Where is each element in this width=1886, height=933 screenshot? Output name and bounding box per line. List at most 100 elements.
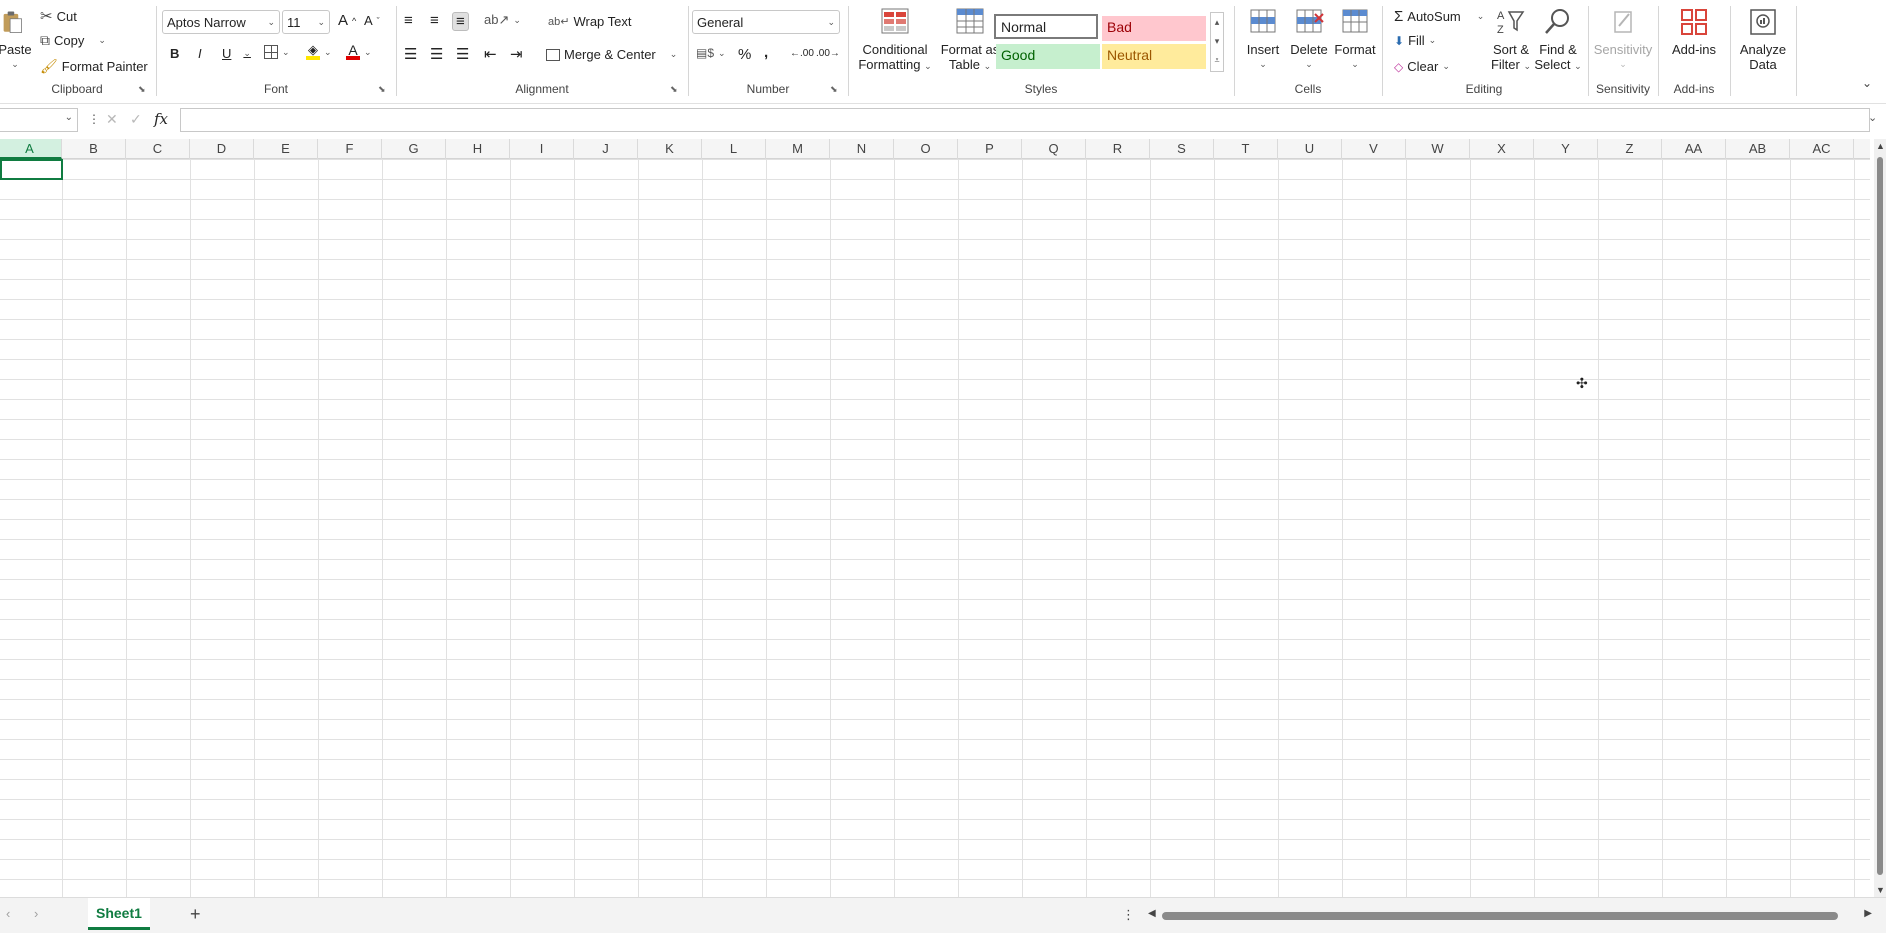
column-header-i[interactable]: I: [510, 139, 574, 159]
column-header-aa[interactable]: AA: [1662, 139, 1726, 159]
column-header-d[interactable]: D: [190, 139, 254, 159]
decrease-indent-button[interactable]: ⇤: [484, 45, 497, 63]
scroll-up-icon[interactable]: ▲: [1876, 141, 1885, 151]
collapse-ribbon-icon[interactable]: ⌄: [1862, 76, 1872, 90]
column-header-n[interactable]: N: [830, 139, 894, 159]
column-header-r[interactable]: R: [1086, 139, 1150, 159]
column-header-q[interactable]: Q: [1022, 139, 1086, 159]
accounting-format-button[interactable]: ▤$ ⌄: [696, 46, 726, 60]
scroll-left-icon[interactable]: ◀: [1148, 908, 1156, 919]
scroll-down-icon[interactable]: ▾: [1211, 32, 1223, 51]
dialog-launcher-icon[interactable]: ⬊: [378, 84, 388, 94]
column-header-m[interactable]: M: [766, 139, 830, 159]
decrease-decimal-button[interactable]: .00→: [816, 48, 840, 59]
scroll-right-icon[interactable]: ▶: [1864, 908, 1872, 919]
format-button[interactable]: Format ⌄: [1332, 6, 1378, 72]
find-select-button[interactable]: Find & Select ⌄: [1534, 6, 1582, 74]
scroll-down-icon[interactable]: ▼: [1876, 885, 1885, 895]
addins-button[interactable]: Add-ins: [1662, 6, 1726, 57]
column-header-b[interactable]: B: [62, 139, 126, 159]
font-size-select[interactable]: 11 ⌄: [282, 10, 330, 34]
align-left-button[interactable]: ☰: [404, 45, 417, 63]
insert-function-icon[interactable]: fx: [154, 110, 168, 128]
format-painter-button[interactable]: 🖌 Format Painter: [40, 58, 148, 75]
wrap-text-button[interactable]: ab↵ Wrap Text: [548, 14, 632, 29]
column-header-h[interactable]: H: [446, 139, 510, 159]
column-header-ab[interactable]: AB: [1726, 139, 1790, 159]
column-header-w[interactable]: W: [1406, 139, 1470, 159]
cut-button[interactable]: ✂ Cut: [40, 7, 77, 25]
column-header-k[interactable]: K: [638, 139, 702, 159]
column-header-u[interactable]: U: [1278, 139, 1342, 159]
style-good[interactable]: Good: [996, 44, 1100, 69]
formula-input[interactable]: [180, 108, 1870, 132]
analyze-data-button[interactable]: Analyze Data: [1732, 6, 1794, 72]
increase-decimal-button[interactable]: ←.00: [790, 48, 814, 59]
column-header-t[interactable]: T: [1214, 139, 1278, 159]
column-header-g[interactable]: G: [382, 139, 446, 159]
cancel-entry-icon[interactable]: ✕: [106, 111, 118, 128]
comma-style-button[interactable]: ,: [764, 44, 768, 61]
column-header-s[interactable]: S: [1150, 139, 1214, 159]
style-normal[interactable]: Normal: [994, 14, 1098, 39]
align-middle-button[interactable]: ≡: [430, 12, 439, 29]
dialog-launcher-icon[interactable]: ⬊: [830, 84, 840, 94]
dialog-launcher-icon[interactable]: ⬊: [670, 84, 680, 94]
sheet-tab-sheet1[interactable]: Sheet1: [88, 898, 150, 930]
increase-font-size-button[interactable]: A ^: [338, 12, 356, 29]
column-header-y[interactable]: Y: [1534, 139, 1598, 159]
sort-filter-button[interactable]: A Z Sort & Filter ⌄: [1488, 6, 1534, 74]
horizontal-scroll-thumb[interactable]: [1162, 912, 1838, 920]
fill-color-button[interactable]: ◈ ⌄: [306, 43, 332, 60]
scroll-up-icon[interactable]: ▴: [1211, 13, 1223, 32]
fill-button[interactable]: ⬇ Fill ⌄: [1394, 33, 1436, 48]
percent-style-button[interactable]: %: [738, 46, 751, 63]
autosum-button[interactable]: Σ AutoSum ⌄: [1394, 8, 1484, 25]
confirm-entry-icon[interactable]: ✓: [130, 111, 142, 128]
insert-button[interactable]: Insert ⌄: [1240, 6, 1286, 72]
style-neutral[interactable]: Neutral: [1102, 44, 1206, 69]
column-header-o[interactable]: O: [894, 139, 958, 159]
dialog-launcher-icon[interactable]: ⬊: [138, 84, 148, 94]
paste-button[interactable]: Paste ⌄: [0, 6, 32, 72]
borders-button[interactable]: ⌄: [264, 45, 290, 59]
column-header-x[interactable]: X: [1470, 139, 1534, 159]
horizontal-scrollbar[interactable]: ◀ ▶: [1148, 908, 1872, 922]
orientation-button[interactable]: ab↗ ⌄: [484, 12, 521, 28]
align-right-button[interactable]: ☰: [456, 45, 469, 63]
column-header-f[interactable]: F: [318, 139, 382, 159]
expand-formula-bar-icon[interactable]: ⌄: [1868, 111, 1877, 124]
column-header-p[interactable]: P: [958, 139, 1022, 159]
more-styles-icon[interactable]: ⩡: [1211, 51, 1223, 70]
more-options-icon[interactable]: ⋮: [88, 112, 100, 126]
italic-button[interactable]: I: [198, 46, 202, 61]
font-name-select[interactable]: Aptos Narrow ⌄: [162, 10, 280, 34]
font-color-button[interactable]: A ⌄: [346, 43, 372, 60]
bold-button[interactable]: B: [170, 46, 179, 61]
column-header-e[interactable]: E: [254, 139, 318, 159]
column-header-j[interactable]: J: [574, 139, 638, 159]
decrease-font-size-button[interactable]: Aˇ: [364, 13, 380, 28]
styles-gallery-scroll[interactable]: ▴ ▾ ⩡: [1210, 12, 1224, 72]
column-header-l[interactable]: L: [702, 139, 766, 159]
column-header-c[interactable]: C: [126, 139, 190, 159]
column-header-ac[interactable]: AC: [1790, 139, 1854, 159]
active-cell[interactable]: [0, 159, 63, 180]
merge-center-button[interactable]: Merge & Center ⌄: [546, 47, 677, 62]
clear-button[interactable]: ◇ Clear ⌄: [1394, 59, 1450, 74]
increase-indent-button[interactable]: ⇥: [510, 45, 523, 63]
more-options-icon[interactable]: ⋮: [1122, 907, 1135, 923]
style-bad[interactable]: Bad: [1102, 16, 1206, 41]
number-format-select[interactable]: General ⌄: [692, 10, 840, 34]
copy-button[interactable]: ⧉ Copy ⌄: [40, 32, 106, 49]
delete-button[interactable]: Delete ⌄: [1286, 6, 1332, 72]
cell-grid[interactable]: [0, 159, 1870, 897]
underline-button[interactable]: U ⌄: [222, 46, 251, 61]
align-top-button[interactable]: ≡: [404, 12, 413, 29]
add-sheet-icon[interactable]: +: [190, 904, 201, 925]
column-header-a[interactable]: A: [0, 139, 62, 159]
column-header-z[interactable]: Z: [1598, 139, 1662, 159]
chevron-down-icon[interactable]: ⌄: [65, 112, 73, 123]
vertical-scrollbar[interactable]: ▲ ▼: [1874, 139, 1886, 897]
next-sheet-icon[interactable]: ›: [34, 906, 38, 921]
